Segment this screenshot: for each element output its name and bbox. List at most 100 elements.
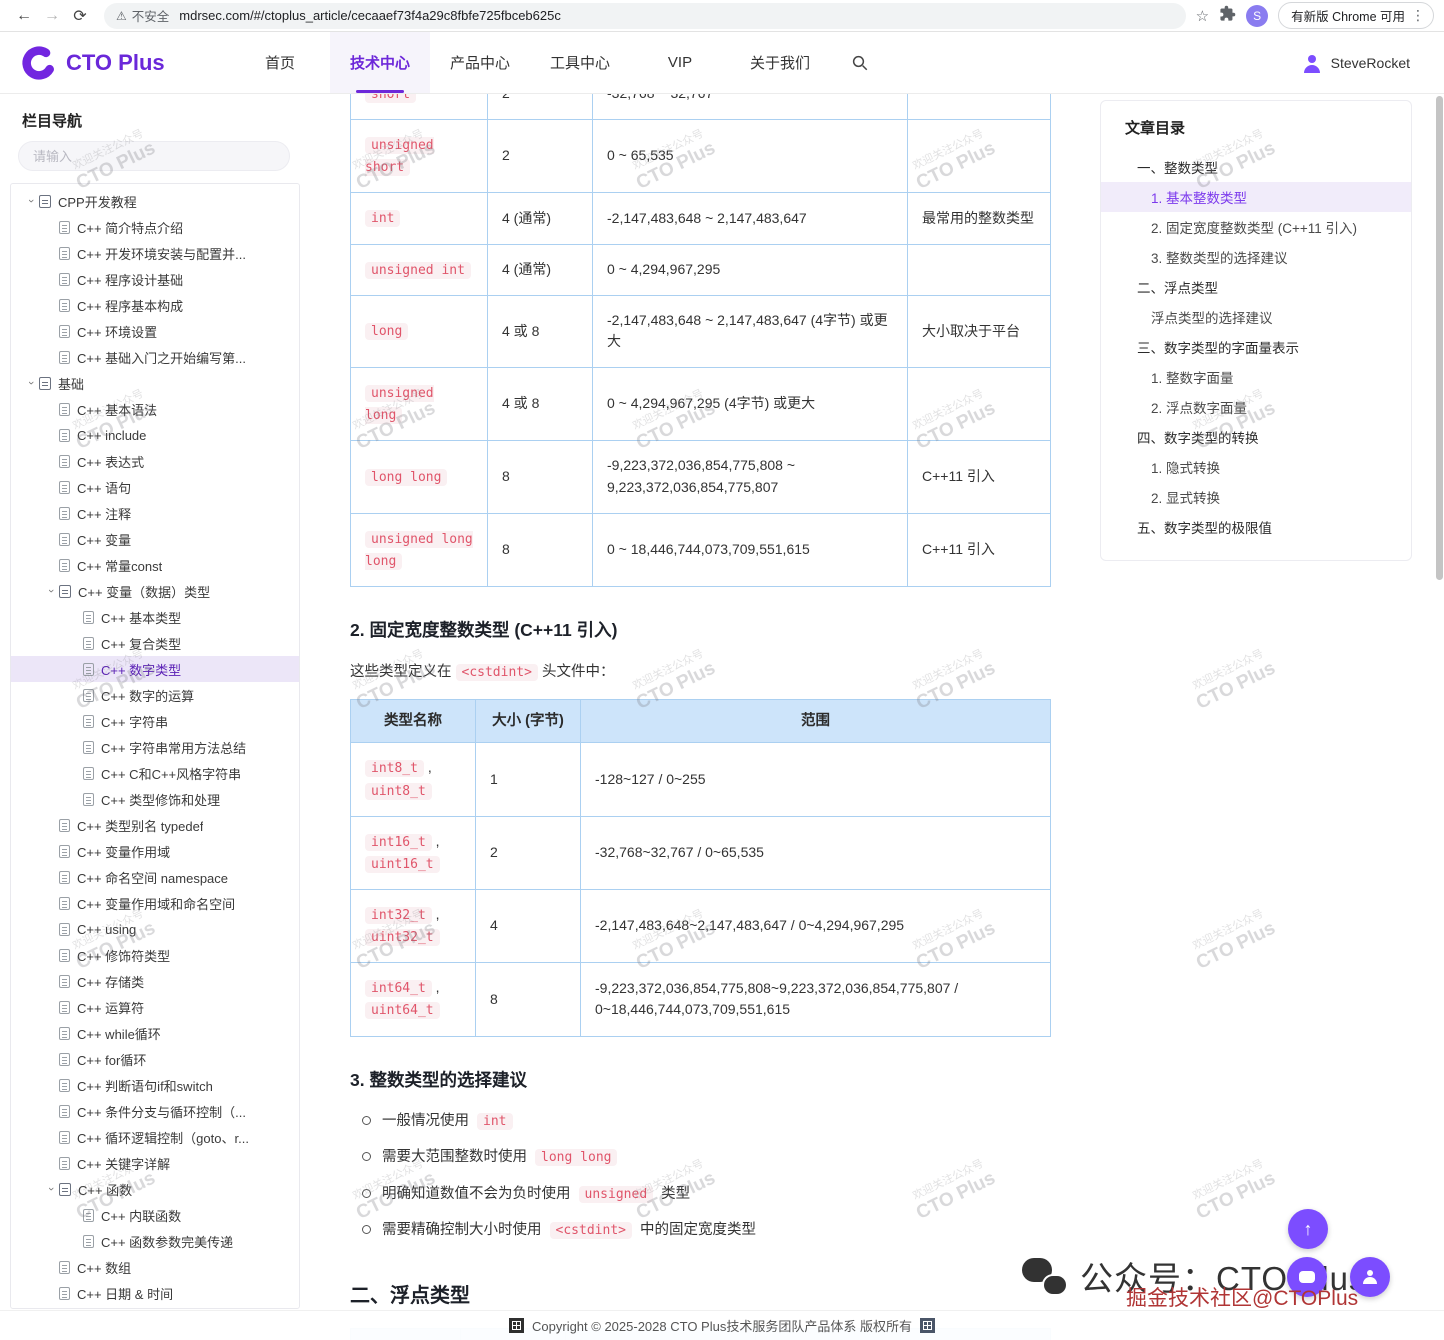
- tree-item[interactable]: C++ 表达式: [11, 448, 299, 474]
- nav-item[interactable]: 关于我们: [730, 32, 830, 93]
- tree-item-selected[interactable]: C++ 数字类型: [11, 656, 299, 682]
- tree-item[interactable]: C++ 常量const: [11, 552, 299, 578]
- chevron-down-icon[interactable]: ›: [25, 375, 37, 391]
- nav-item[interactable]: VIP: [630, 32, 730, 93]
- back-to-top-button[interactable]: ↑: [1288, 1209, 1328, 1249]
- back-icon[interactable]: ←: [10, 2, 38, 30]
- toc-item[interactable]: 五、数字类型的极限值: [1101, 512, 1411, 542]
- toc-item[interactable]: 浮点类型的选择建议: [1101, 302, 1411, 332]
- toc-item[interactable]: 三、数字类型的字面量表示: [1101, 332, 1411, 362]
- tree-item[interactable]: C++ 变量: [11, 526, 299, 552]
- page-scrollbar-thumb[interactable]: [1436, 96, 1443, 580]
- nav-item[interactable]: 技术中心: [330, 32, 430, 93]
- toc-item[interactable]: 1. 整数字面量: [1101, 362, 1411, 392]
- inline-code: <cstdint>: [550, 1222, 632, 1239]
- nav-item[interactable]: 产品中心: [430, 32, 530, 93]
- toc-item[interactable]: 2. 显式转换: [1101, 482, 1411, 512]
- user-box[interactable]: SteveRocket: [1300, 51, 1444, 75]
- document-icon: [59, 1261, 70, 1274]
- browser-menu-icon[interactable]: ⋮: [1411, 7, 1425, 24]
- tree-item[interactable]: C++ 修饰符类型: [11, 942, 299, 968]
- left-sidebar: 栏目导航 ›CPP开发教程C++ 简介特点介绍C++ 开发环境安装与配置并...…: [8, 96, 300, 1322]
- tree-item[interactable]: C++ 语句: [11, 474, 299, 500]
- tree-item[interactable]: C++ using: [11, 916, 299, 942]
- tree-item[interactable]: C++ 运算符: [11, 994, 299, 1020]
- forward-icon[interactable]: →: [38, 2, 66, 30]
- chevron-down-icon[interactable]: ›: [25, 193, 37, 209]
- toc-item-active[interactable]: 1. 基本整数类型: [1101, 182, 1411, 212]
- inline-code: int8_t: [365, 760, 424, 777]
- tree-item[interactable]: C++ 注释: [11, 500, 299, 526]
- tree-item[interactable]: C++ 字符串: [11, 708, 299, 734]
- tree-item[interactable]: C++ include: [11, 422, 299, 448]
- tree-item-label: C++ 字符串常用方法总结: [101, 738, 246, 757]
- table-cell: [908, 368, 1051, 441]
- tree-item[interactable]: C++ C和C++风格字符串: [11, 760, 299, 786]
- tree-item[interactable]: C++ 程序基本构成: [11, 292, 299, 318]
- document-icon: [59, 221, 70, 234]
- tree-item[interactable]: C++ 简介特点介绍: [11, 214, 299, 240]
- tree-item[interactable]: C++ 字符串常用方法总结: [11, 734, 299, 760]
- tree-item[interactable]: C++ 基本类型: [11, 604, 299, 630]
- chevron-down-icon[interactable]: ›: [45, 1181, 57, 1197]
- brand[interactable]: CTO Plus: [0, 44, 230, 82]
- tree-item[interactable]: C++ 函数参数完美传递: [11, 1228, 299, 1254]
- tree-item[interactable]: C++ for循环: [11, 1046, 299, 1072]
- tree-item[interactable]: C++ 命名空间 namespace: [11, 864, 299, 890]
- tree-item[interactable]: › 基础: [11, 370, 299, 396]
- tree-item[interactable]: C++ 存储类: [11, 968, 299, 994]
- nav-item[interactable]: 工具中心: [530, 32, 630, 93]
- tree-item[interactable]: C++ 变量作用域: [11, 838, 299, 864]
- tree-item[interactable]: C++ 条件分支与循环控制（...: [11, 1098, 299, 1124]
- tree-item[interactable]: C++ 复合类型: [11, 630, 299, 656]
- toc-title: 文章目录: [1101, 117, 1411, 152]
- tree-item[interactable]: C++ 变量作用域和命名空间: [11, 890, 299, 916]
- tree-item[interactable]: C++ 类型修饰和处理: [11, 786, 299, 812]
- chrome-update-button[interactable]: 有新版 Chrome 可用 ⋮: [1278, 2, 1434, 29]
- tree-item[interactable]: C++ 内联函数: [11, 1202, 299, 1228]
- nav-item[interactable]: 首页: [230, 32, 330, 93]
- tree-item[interactable]: C++ 基础入门之开始编写第...: [11, 344, 299, 370]
- toc-item[interactable]: 一、整数类型: [1101, 152, 1411, 182]
- tree-item[interactable]: ›C++ 函数: [11, 1176, 299, 1202]
- document-icon: [59, 429, 70, 442]
- tree-item[interactable]: C++ 开发环境安装与配置并...: [11, 240, 299, 266]
- document-icon: [83, 767, 94, 780]
- tree-item-label: C++ 判断语句if和switch: [77, 1076, 213, 1095]
- table-row: long4 或 8-2,147,483,648 ~ 2,147,483,647 …: [351, 295, 1051, 367]
- chevron-down-icon[interactable]: ›: [45, 583, 57, 599]
- tree-item[interactable]: C++ 数字的运算: [11, 682, 299, 708]
- advice-item: 需要大范围整数时使用 long long: [356, 1146, 1052, 1168]
- tree-item[interactable]: C++ 循环逻辑控制（goto、r...: [11, 1124, 299, 1150]
- security-chip[interactable]: ⚠ 不安全: [116, 6, 169, 25]
- address-bar[interactable]: ⚠ 不安全 mdrsec.com/#/ctoplus_article/cecaa…: [104, 3, 1186, 29]
- toc-item[interactable]: 1. 隐式转换: [1101, 452, 1411, 482]
- tree-item[interactable]: C++ 类型别名 typedef: [11, 812, 299, 838]
- tree-item-label: 基础: [58, 374, 84, 393]
- tree-item[interactable]: C++ 程序设计基础: [11, 266, 299, 292]
- tree-item[interactable]: C++ 数组: [11, 1254, 299, 1280]
- tree-item[interactable]: C++ 基本的输入输出: [11, 1306, 299, 1309]
- bookmark-star-icon[interactable]: ☆: [1196, 7, 1209, 25]
- extensions-icon[interactable]: [1219, 5, 1236, 27]
- toc-item[interactable]: 四、数字类型的转换: [1101, 422, 1411, 452]
- toc-item[interactable]: 3. 整数类型的选择建议: [1101, 242, 1411, 272]
- tree-item[interactable]: C++ 判断语句if和switch: [11, 1072, 299, 1098]
- toc-item[interactable]: 2. 固定宽度整数类型 (C++11 引入): [1101, 212, 1411, 242]
- tree-item-label: C++ 程序设计基础: [77, 270, 183, 289]
- tree-item[interactable]: ›CPP开发教程: [11, 188, 299, 214]
- toc-item[interactable]: 二、浮点类型: [1101, 272, 1411, 302]
- table-cell: -9,223,372,036,854,775,808~9,223,372,036…: [581, 963, 1051, 1036]
- sidebar-search-input[interactable]: [18, 141, 290, 171]
- tree-item[interactable]: C++ 环境设置: [11, 318, 299, 344]
- tree-item[interactable]: ›C++ 变量（数据）类型: [11, 578, 299, 604]
- tree-item[interactable]: C++ 基本语法: [11, 396, 299, 422]
- browser-profile-avatar[interactable]: S: [1246, 5, 1268, 27]
- refresh-icon[interactable]: ⟳: [66, 2, 94, 30]
- tree-item[interactable]: C++ 关键字详解: [11, 1150, 299, 1176]
- basic-integer-table: short2-32,768 ~ 32,767unsigned short20 ~…: [350, 94, 1051, 587]
- tree-item[interactable]: C++ while循环: [11, 1020, 299, 1046]
- nav-search-button[interactable]: [830, 54, 890, 72]
- toc-item[interactable]: 2. 浮点数字面量: [1101, 392, 1411, 422]
- tree-item[interactable]: C++ 日期 & 时间: [11, 1280, 299, 1306]
